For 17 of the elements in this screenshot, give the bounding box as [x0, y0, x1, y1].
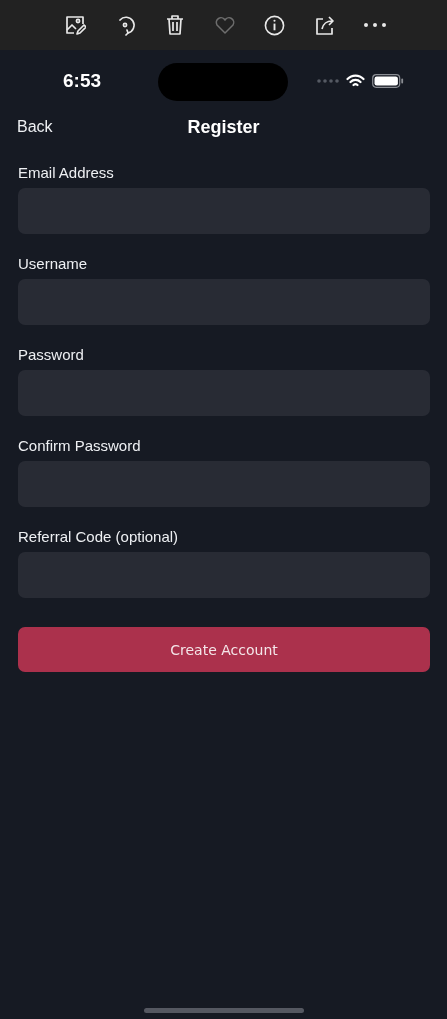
signal-icon [317, 79, 339, 83]
back-link[interactable]: Back [17, 118, 53, 136]
field-label: Referral Code (optional) [18, 528, 180, 545]
create-account-button[interactable]: Create Account [18, 627, 430, 672]
screen-title: Register [187, 116, 260, 138]
wifi-icon [346, 74, 365, 88]
battery-icon [372, 74, 404, 88]
field-label: Password [18, 346, 85, 363]
more-icon [362, 22, 387, 28]
field-label: Email Address [18, 164, 115, 181]
share-icon [313, 14, 336, 36]
status-time: 6:53 [63, 70, 102, 92]
field-label: Username [18, 255, 89, 272]
image-edit-icon [63, 14, 86, 36]
field-label: Confirm Password [18, 437, 142, 454]
heart-icon [213, 15, 236, 35]
info-icon [264, 14, 285, 36]
